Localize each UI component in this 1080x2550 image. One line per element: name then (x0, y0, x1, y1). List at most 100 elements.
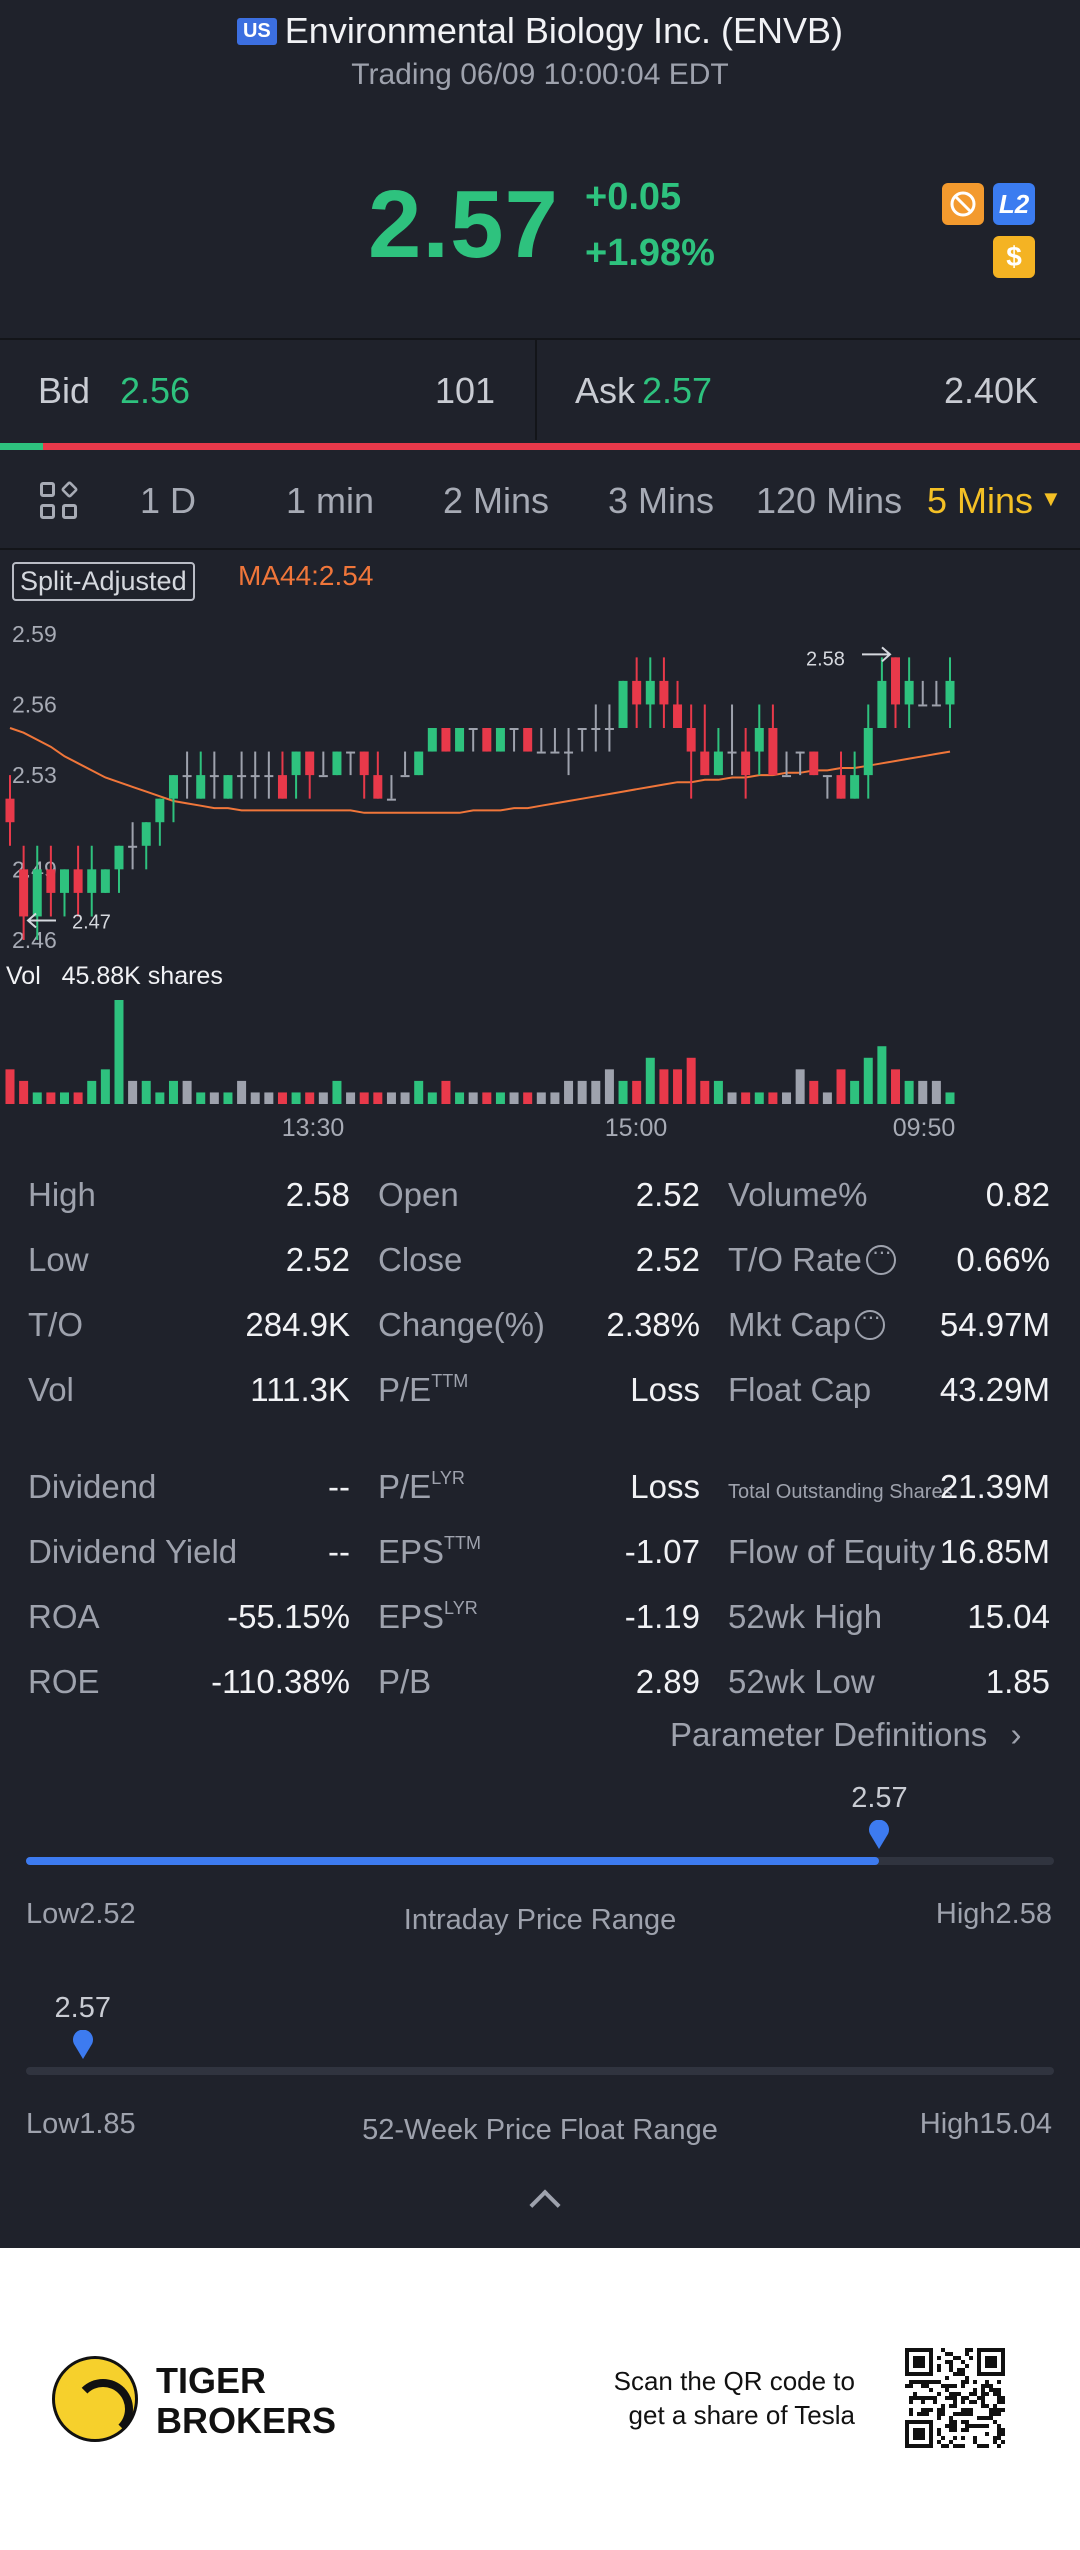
qr-module (933, 2380, 937, 2384)
qr-module (953, 2372, 957, 2376)
stat-label-text: Dividend (28, 1468, 157, 1505)
bid-ask-bar[interactable]: Bid 2.56 101 Ask 2.57 2.40K (0, 340, 1080, 440)
qr-module (997, 2436, 1001, 2440)
qr-module (933, 2396, 937, 2400)
qr-module (949, 2404, 953, 2408)
qr-module (925, 2384, 929, 2388)
candle-body (931, 704, 941, 707)
info-more-icon[interactable] (854, 1304, 885, 1340)
stat-label: Change(%) (378, 1306, 545, 1344)
chevron-down-icon[interactable]: ▼ (1040, 486, 1062, 512)
candlestick-chart[interactable]: 2.592.562.532.492.462.582.47 (0, 600, 1080, 970)
qr-module (961, 2412, 965, 2416)
tab-1d[interactable]: 1 D (140, 480, 196, 522)
qr-module (973, 2400, 977, 2404)
layout-grid-icon[interactable] (40, 480, 80, 522)
qr-module (977, 2396, 981, 2400)
tab-5mins[interactable]: 5 Mins (927, 480, 1033, 522)
ask-size: 2.40K (944, 370, 1039, 411)
period-tabs: 1 D 1 min 2 Mins 3 Mins 120 Mins 5 Mins … (0, 470, 1080, 530)
qr-module (993, 2392, 997, 2396)
qr-module (937, 2356, 941, 2360)
promo-footer[interactable]: TIGER BROKERS Scan the QR code to get a … (0, 2248, 1080, 2550)
volume-label-text: Vol (6, 962, 41, 990)
qr-module (917, 2396, 921, 2400)
bid-ask-divider (535, 340, 537, 440)
volume-bar (400, 1092, 410, 1104)
qr-module (925, 2396, 929, 2400)
candle-body (727, 751, 737, 754)
dollar-badge[interactable]: $ (993, 236, 1035, 278)
stat-label: Mkt Cap (728, 1304, 885, 1344)
qr-module (957, 2392, 961, 2396)
qr-module (989, 2412, 993, 2416)
qr-module (1001, 2428, 1005, 2432)
stat-label-superscript: LYR (431, 1468, 465, 1488)
candle-body (713, 751, 723, 776)
volume-bar (700, 1080, 710, 1104)
qr-module (961, 2408, 965, 2412)
qr-module (957, 2444, 961, 2448)
volume-bar (509, 1092, 519, 1104)
volume-bar (155, 1092, 165, 1104)
qr-module (965, 2424, 969, 2428)
candle-body (618, 680, 628, 728)
qr-module (945, 2388, 949, 2392)
chevron-up-icon[interactable] (529, 2189, 561, 2221)
ma-line (9, 727, 951, 814)
qr-module (997, 2432, 1001, 2436)
qr-module (961, 2372, 965, 2376)
split-adjusted-badge[interactable]: Split-Adjusted (12, 562, 195, 601)
tab-2mins[interactable]: 2 Mins (443, 480, 549, 522)
qr-module (905, 2384, 909, 2388)
qr-module (921, 2408, 925, 2412)
stat-label-text: T/O Rate (728, 1241, 862, 1278)
stock-title: US Environmental Biology Inc. (ENVB) (0, 10, 1080, 52)
qr-module (969, 2412, 973, 2416)
qr-module (961, 2444, 965, 2448)
info-more-icon[interactable] (865, 1239, 896, 1275)
level2-badge[interactable]: L2 (993, 183, 1035, 225)
stat-label-text: Flow of Equity (728, 1533, 936, 1570)
qr-module (997, 2388, 1001, 2392)
volume-bar (795, 1069, 805, 1104)
candle-body (250, 775, 260, 778)
qr-module (941, 2348, 945, 2352)
qr-module (997, 2424, 1001, 2428)
parameter-definitions-link[interactable]: Parameter Definitions › (670, 1716, 1021, 1754)
candle-body (46, 869, 56, 893)
tab-120mins[interactable]: 120 Mins (756, 480, 902, 522)
candle-body (155, 798, 165, 823)
tab-3mins[interactable]: 3 Mins (608, 480, 714, 522)
stat-label: Float Cap (728, 1371, 871, 1409)
volume-bar (46, 1092, 56, 1104)
tab-1min[interactable]: 1 min (286, 480, 374, 522)
qr-code-icon[interactable] (905, 2348, 1005, 2448)
qr-module (957, 2372, 961, 2376)
candle-body (373, 775, 383, 799)
candle-body (782, 775, 792, 778)
week52-pin-icon (71, 2029, 95, 2060)
volume-bar (673, 1069, 683, 1104)
qr-module (1001, 2396, 1005, 2400)
candle-body (809, 751, 819, 776)
candle-body (196, 775, 206, 799)
candle-body (468, 728, 478, 730)
candle-body (59, 869, 69, 893)
qr-module (985, 2380, 989, 2384)
volume-chart[interactable] (0, 996, 1080, 1106)
stat-value: -- (328, 1533, 350, 1570)
volume-bar (713, 1080, 723, 1104)
candle-body (604, 728, 614, 730)
stat-label: High (28, 1176, 96, 1214)
volume-bar (591, 1080, 601, 1104)
stat-label-text: Low (28, 1241, 89, 1278)
volume-bar (618, 1080, 628, 1104)
qr-module (953, 2404, 957, 2408)
volume-bar (550, 1092, 560, 1104)
candle-body (591, 728, 601, 730)
qr-module (965, 2408, 969, 2412)
x-tick-label: 09:50 (893, 1114, 956, 1142)
no-short-icon[interactable] (942, 183, 984, 225)
qr-module (993, 2388, 997, 2392)
